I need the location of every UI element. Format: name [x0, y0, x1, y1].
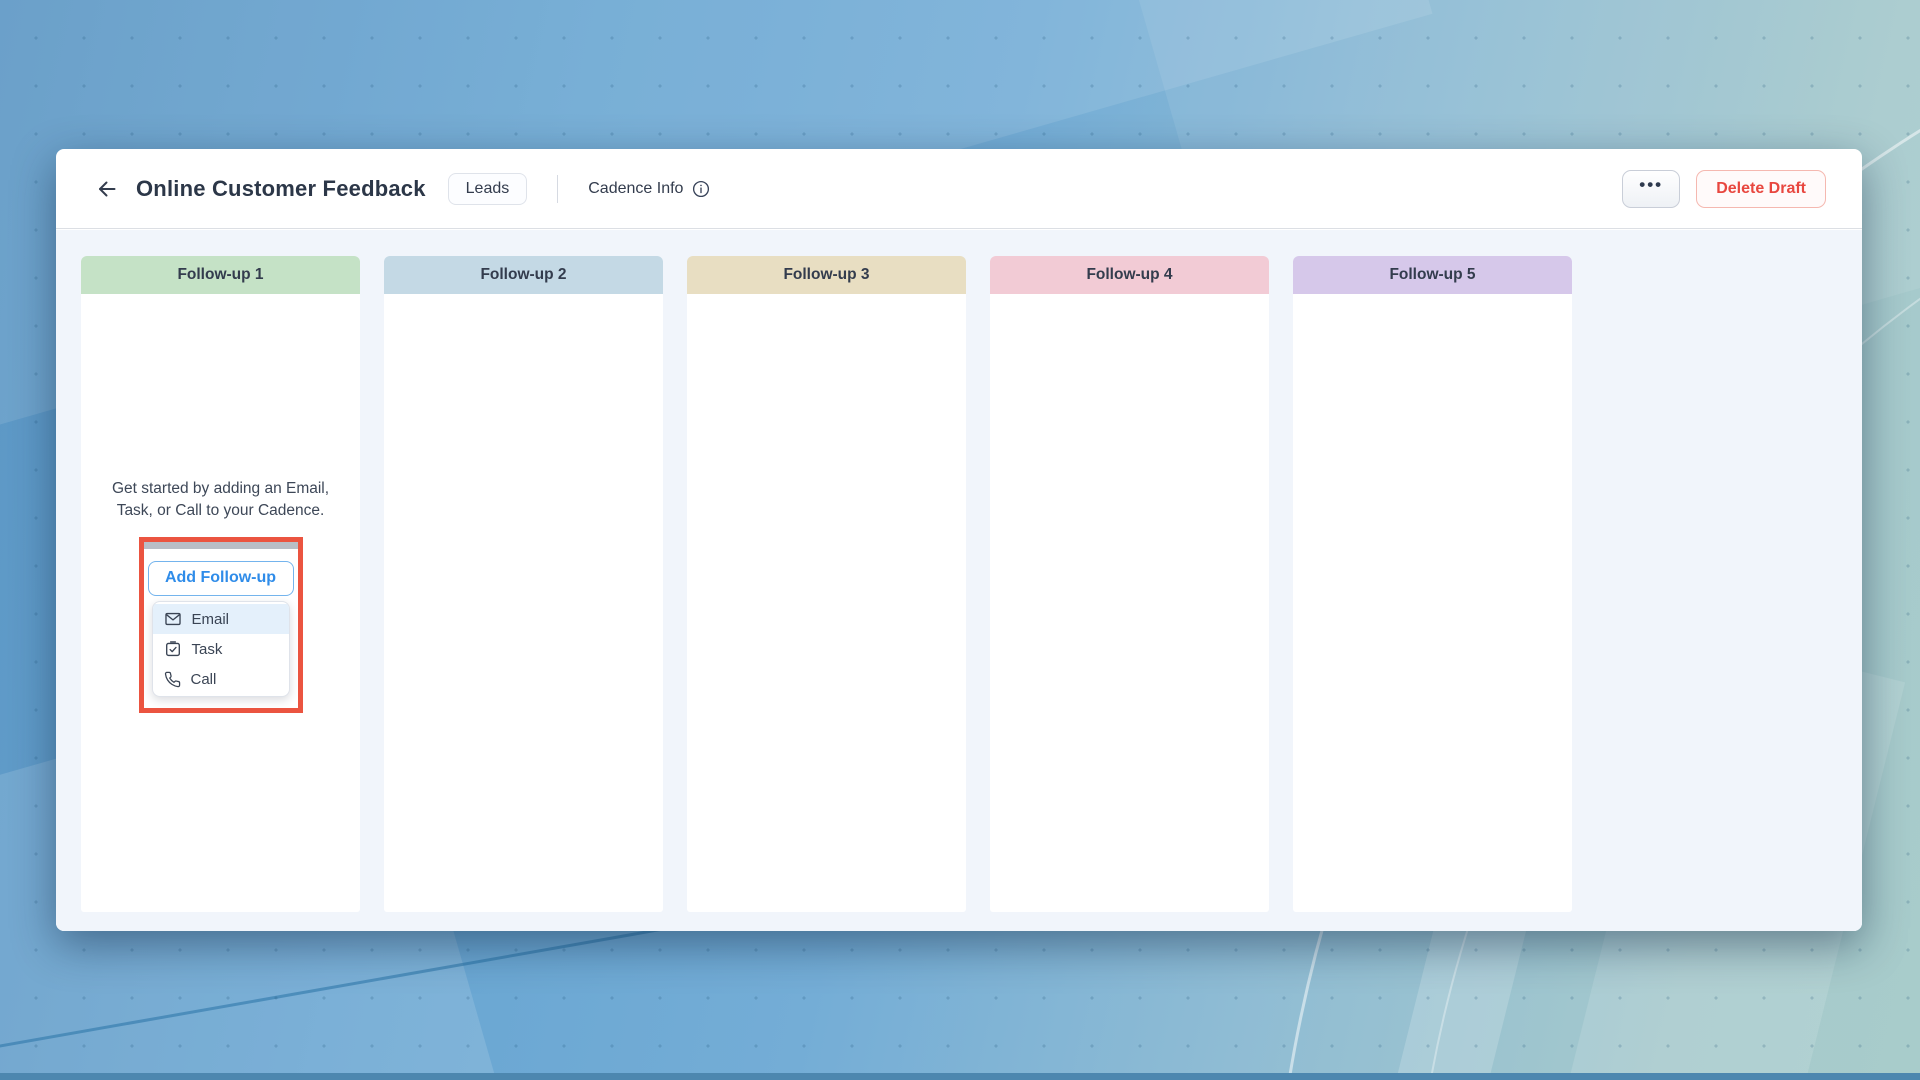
- menu-item[interactable]: Email: [153, 604, 289, 634]
- add-followup-dropdown: Email: [152, 601, 290, 697]
- empty-state: Get started by adding an Email, Task, or…: [81, 294, 360, 713]
- column-header: Follow-up 5: [1293, 256, 1572, 294]
- column-body: [687, 294, 966, 912]
- menu-item-label: Task: [192, 641, 223, 658]
- cadence-editor-panel: Online Customer Feedback Leads Cadence I…: [56, 149, 1862, 931]
- module-badge: Leads: [448, 173, 528, 205]
- delete-draft-button[interactable]: Delete Draft: [1696, 170, 1826, 208]
- menu-item[interactable]: Call: [153, 664, 289, 694]
- call-icon: [164, 671, 181, 688]
- menu-item-label: Email: [192, 611, 230, 628]
- page-title: Online Customer Feedback: [136, 176, 426, 202]
- column-followup-3: Follow-up 3: [687, 256, 966, 912]
- column-followup-4: Follow-up 4: [990, 256, 1269, 912]
- column-followup-1: Follow-up 1 Get started by adding an Ema…: [81, 256, 360, 912]
- annotation-artifact: [144, 542, 298, 549]
- column-header: Follow-up 1: [81, 256, 360, 294]
- more-options-button[interactable]: •••: [1622, 170, 1680, 208]
- column-body: [990, 294, 1269, 912]
- bottom-edge-strip: [0, 1073, 1920, 1080]
- menu-item-label: Call: [191, 671, 217, 688]
- task-icon: [164, 640, 182, 658]
- info-icon[interactable]: [692, 180, 710, 198]
- column-body: [1293, 294, 1572, 912]
- header-divider: [557, 175, 558, 203]
- panel-header: Online Customer Feedback Leads Cadence I…: [56, 149, 1862, 229]
- menu-item[interactable]: Task: [153, 634, 289, 664]
- empty-state-message: Get started by adding an Email, Task, or…: [93, 478, 349, 521]
- column-body: [384, 294, 663, 912]
- cadence-info-link[interactable]: Cadence Info: [588, 180, 710, 198]
- column-body: Get started by adding an Email, Task, or…: [81, 294, 360, 912]
- column-followup-2: Follow-up 2: [384, 256, 663, 912]
- followup-columns: Follow-up 1 Get started by adding an Ema…: [81, 256, 1862, 912]
- cadence-info-label: Cadence Info: [588, 180, 683, 198]
- column-followup-5: Follow-up 5: [1293, 256, 1572, 912]
- column-header: Follow-up 4: [990, 256, 1269, 294]
- desktop-background: Online Customer Feedback Leads Cadence I…: [0, 0, 1920, 1080]
- add-followup-button[interactable]: Add Follow-up: [148, 561, 294, 596]
- email-icon: [164, 610, 182, 628]
- cadence-board: Follow-up 1 Get started by adding an Ema…: [56, 230, 1862, 931]
- column-header: Follow-up 3: [687, 256, 966, 294]
- arrow-left-icon: [95, 177, 119, 201]
- column-header: Follow-up 2: [384, 256, 663, 294]
- annotation-highlight-box: Add Follow-up: [139, 537, 303, 713]
- back-button[interactable]: [92, 174, 122, 204]
